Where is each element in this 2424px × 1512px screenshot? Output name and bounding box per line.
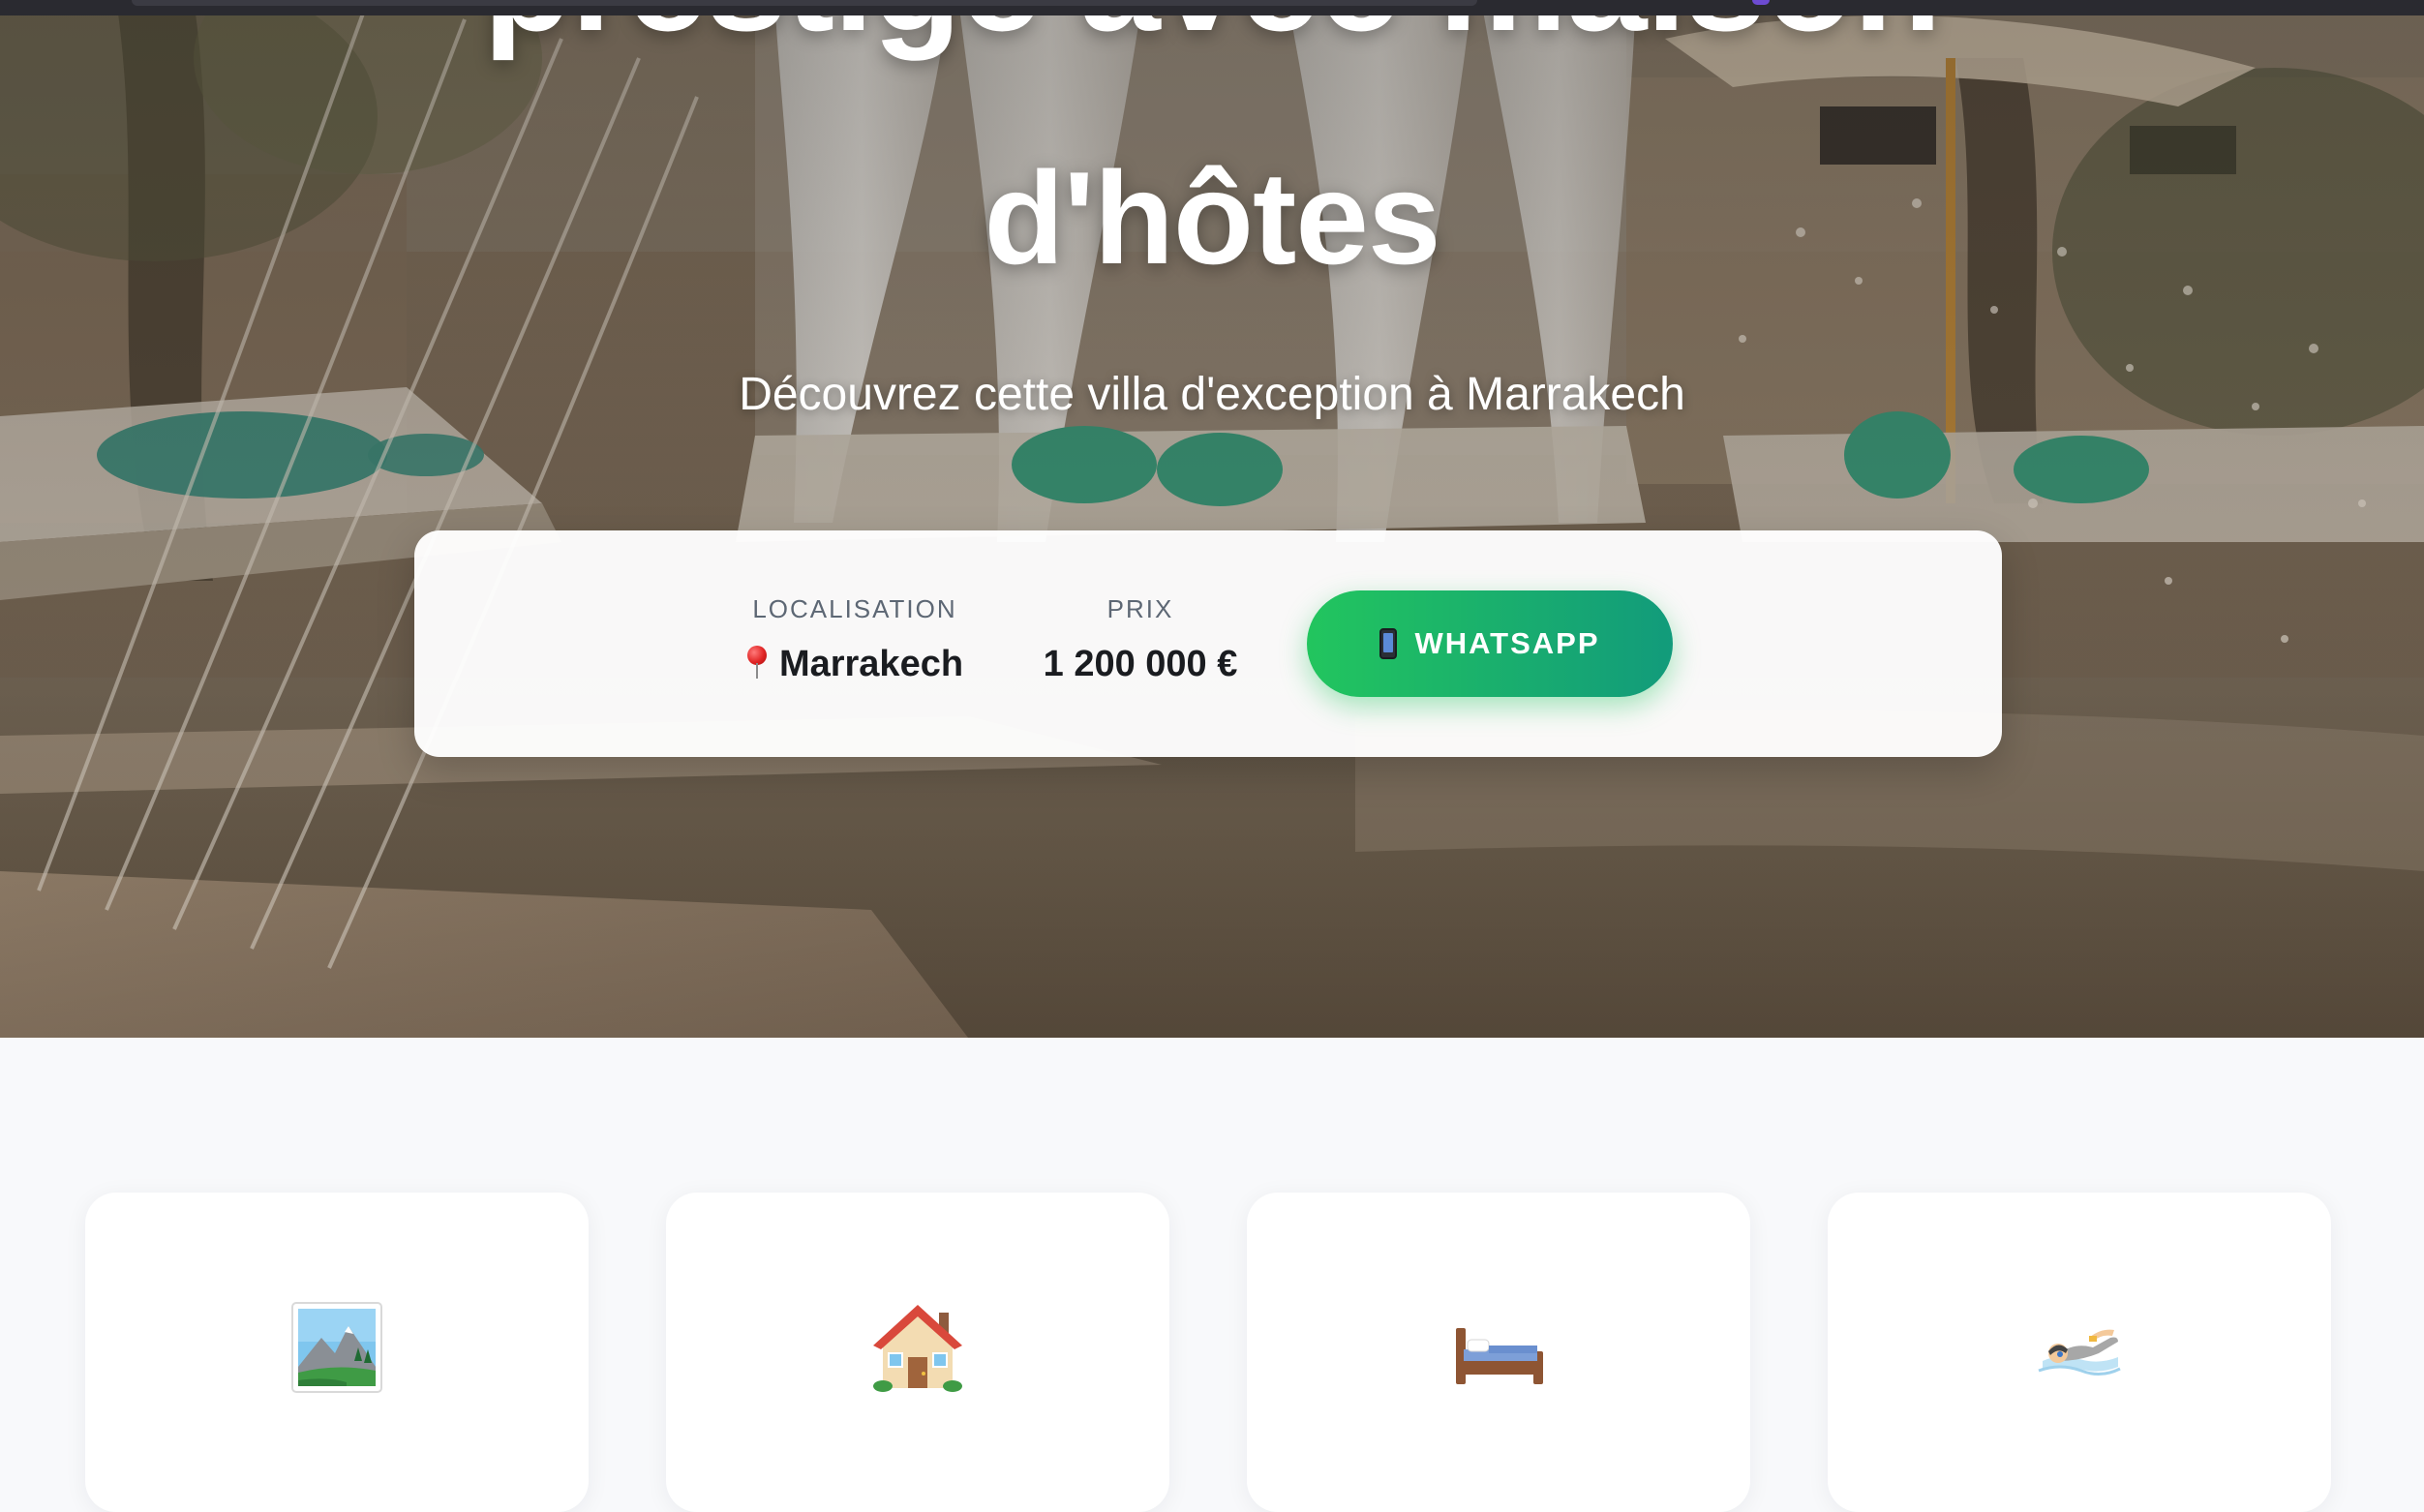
property-info-card: LOCALISATION Marrakech PRIX 1 200 000 € … xyxy=(414,530,2002,757)
features-section xyxy=(0,1038,2424,1512)
swimmer-icon xyxy=(2038,1329,2121,1376)
map-pin-icon xyxy=(746,646,768,679)
location-value: Marrakech xyxy=(778,644,964,684)
location-value-wrapper: Marrakech xyxy=(743,643,966,685)
house-icon xyxy=(873,1305,962,1392)
location-block: LOCALISATION Marrakech xyxy=(743,594,966,685)
landscape-picture-icon xyxy=(291,1302,382,1393)
price-value: 1 200 000 € xyxy=(1043,644,1238,684)
feature-card-house xyxy=(666,1193,1169,1512)
browser-tab[interactable] xyxy=(132,0,1477,6)
price-block: PRIX 1 200 000 € xyxy=(1024,594,1257,685)
feature-card-bed xyxy=(1247,1193,1750,1512)
hero-subtitle: Découvrez cette villa d'exception à Marr… xyxy=(739,369,1685,420)
location-label: LOCALISATION xyxy=(752,594,957,623)
hero-section: prestige avec maison d'hôtes Découvrez c… xyxy=(0,0,2424,1038)
feature-card-landscape xyxy=(85,1193,589,1512)
tab-indicator xyxy=(1752,0,1770,5)
browser-tab-strip xyxy=(0,0,2424,15)
mobile-phone-icon xyxy=(1379,628,1398,659)
feature-card-swimmer xyxy=(1828,1193,2331,1512)
whatsapp-button[interactable]: WHATSAPP xyxy=(1307,590,1673,697)
hero-title: d'hôtes xyxy=(984,144,1440,291)
whatsapp-button-label: WHATSAPP xyxy=(1414,626,1600,660)
bed-icon xyxy=(1456,1328,1543,1384)
price-label: PRIX xyxy=(1106,594,1174,623)
